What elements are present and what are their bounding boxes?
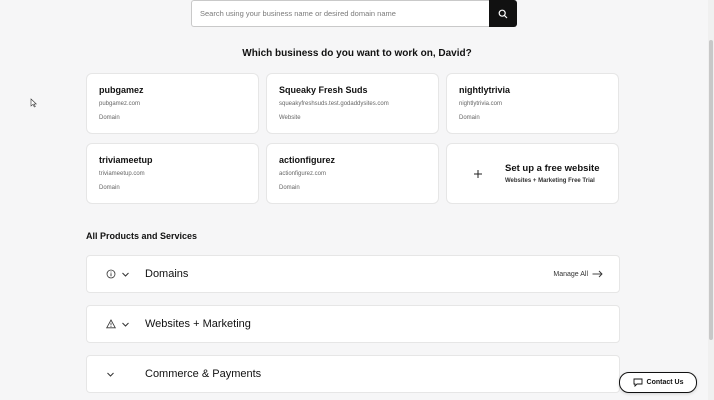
search-button[interactable] <box>489 0 517 27</box>
cta-subtitle: Websites + Marketing Free Trial <box>505 178 595 184</box>
plus-icon <box>467 163 489 185</box>
scrollbar[interactable] <box>708 0 714 400</box>
accordion-domains[interactable]: Domains Manage All <box>86 255 620 293</box>
search-input[interactable] <box>191 0 489 27</box>
contact-us-button[interactable]: Contact Us <box>619 372 697 393</box>
business-card-pubgamez[interactable]: pubgamez pubgamez.com Domain <box>86 73 259 134</box>
chevron-down-icon <box>122 322 129 327</box>
business-type: Domain <box>99 115 120 121</box>
scrollbar-thumb[interactable] <box>709 40 713 340</box>
business-card-actionfigurez[interactable]: actionfigurez actionfigurez.com Domain <box>266 143 439 204</box>
warning-icon <box>106 319 116 329</box>
search-icon <box>498 9 508 18</box>
business-url: triviameetup.com <box>99 171 145 177</box>
accordion-title: Websites + Marketing <box>145 318 251 330</box>
chevron-down-icon <box>122 272 129 277</box>
section-title: All Products and Services <box>86 231 198 241</box>
manage-all-label: Manage All <box>553 270 588 278</box>
business-name: nightlytrivia <box>459 85 511 95</box>
chat-icon <box>633 378 642 387</box>
arrow-right-icon <box>592 270 603 278</box>
business-card-triviameetup[interactable]: triviameetup triviameetup.com Domain <box>86 143 259 204</box>
business-name: actionfigurez <box>279 155 336 165</box>
manage-all-link[interactable]: Manage All <box>553 270 603 278</box>
chevron-down-icon <box>107 372 114 377</box>
business-name: pubgamez <box>99 85 144 95</box>
business-name: Squeaky Fresh Suds <box>279 85 368 95</box>
contact-us-label: Contact Us <box>646 379 684 386</box>
business-type: Domain <box>279 185 300 191</box>
page-heading: Which business do you want to work on, D… <box>242 48 472 59</box>
business-url: actionfigurez.com <box>279 171 327 177</box>
cta-title: Set up a free website <box>505 163 600 174</box>
business-name: triviameetup <box>99 155 153 165</box>
accordion-title: Domains <box>145 268 189 280</box>
accordion-commerce-payments[interactable]: Commerce & Payments <box>86 355 620 393</box>
accordion-title: Commerce & Payments <box>145 368 262 380</box>
business-url: squeakyfreshsuds.test.godaddysites.com <box>279 101 389 107</box>
setup-website-card[interactable]: Set up a free website Websites + Marketi… <box>446 143 619 204</box>
business-type: Domain <box>99 185 120 191</box>
mouse-cursor-icon <box>30 98 37 108</box>
business-type: Domain <box>459 115 480 121</box>
business-card-nightlytrivia[interactable]: nightlytrivia nightlytrivia.com Domain <box>446 73 619 134</box>
business-url: pubgamez.com <box>99 101 141 107</box>
info-icon <box>106 269 116 279</box>
business-type: Website <box>279 115 301 121</box>
accordion-websites-marketing[interactable]: Websites + Marketing <box>86 305 620 343</box>
business-card-squeaky-fresh-suds[interactable]: Squeaky Fresh Suds squeakyfreshsuds.test… <box>266 73 439 134</box>
business-url: nightlytrivia.com <box>459 101 503 107</box>
search-bar <box>191 0 517 27</box>
